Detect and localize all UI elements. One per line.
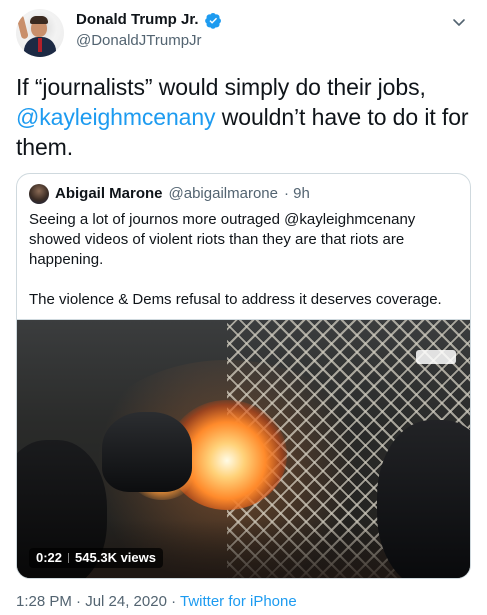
quoted-author-name[interactable]: Abigail Marone <box>55 184 163 204</box>
quoted-paragraph-1: Seeing a lot of journos more outraged @k… <box>29 211 416 268</box>
tweet-text: If “journalists” would simply do their j… <box>16 72 471 162</box>
verified-badge-icon <box>204 12 221 29</box>
avatar-arm <box>16 14 29 40</box>
tweet-text-start: If “journalists” would simply do their j… <box>16 74 426 100</box>
tweet-metadata: 1:28 PM · Jul 24, 2020 · Twitter for iPh… <box>16 593 297 611</box>
quoted-tweet-time[interactable]: · 9h <box>284 184 310 204</box>
author-name[interactable]: Donald Trump Jr. <box>76 11 199 29</box>
quoted-author-handle[interactable]: @abigailmarone <box>169 184 278 204</box>
video-duration: 0:22 <box>36 550 63 565</box>
quoted-tweet-text: Seeing a lot of journos more outraged @k… <box>29 210 459 310</box>
video-player[interactable]: 0:22 545.3K views <box>17 319 470 578</box>
video-views: 545.3K views <box>75 550 156 565</box>
quoted-author-avatar[interactable] <box>29 184 49 204</box>
avatar-hair <box>30 16 48 24</box>
video-watermark <box>416 350 456 364</box>
author-avatar[interactable] <box>16 9 64 57</box>
video-helmet-center <box>102 412 192 492</box>
chevron-down-icon[interactable] <box>451 14 467 30</box>
quoted-tweet-card[interactable]: Abigail Marone @abigailmarone · 9h Seein… <box>16 173 471 579</box>
avatar-tie <box>38 38 42 52</box>
tweet-mention-link[interactable]: @kayleighmcenany <box>16 104 216 130</box>
author-name-row: Donald Trump Jr. <box>76 11 222 29</box>
video-stats-badge: 0:22 545.3K views <box>29 548 163 568</box>
author-handle[interactable]: @DonaldJTrumpJr <box>76 32 202 50</box>
tweet-source-link[interactable]: Twitter for iPhone <box>180 593 297 610</box>
quoted-tweet-header: Abigail Marone @abigailmarone · 9h <box>29 184 310 204</box>
tweet: Donald Trump Jr. @DonaldJTrumpJr If “jou… <box>0 0 487 615</box>
video-helmet-right <box>377 420 470 578</box>
quoted-paragraph-2: The violence & Dems refusal to address i… <box>29 291 442 308</box>
video-stats-divider <box>68 553 70 563</box>
tweet-timestamp[interactable]: 1:28 PM · Jul 24, 2020 · <box>16 593 180 610</box>
